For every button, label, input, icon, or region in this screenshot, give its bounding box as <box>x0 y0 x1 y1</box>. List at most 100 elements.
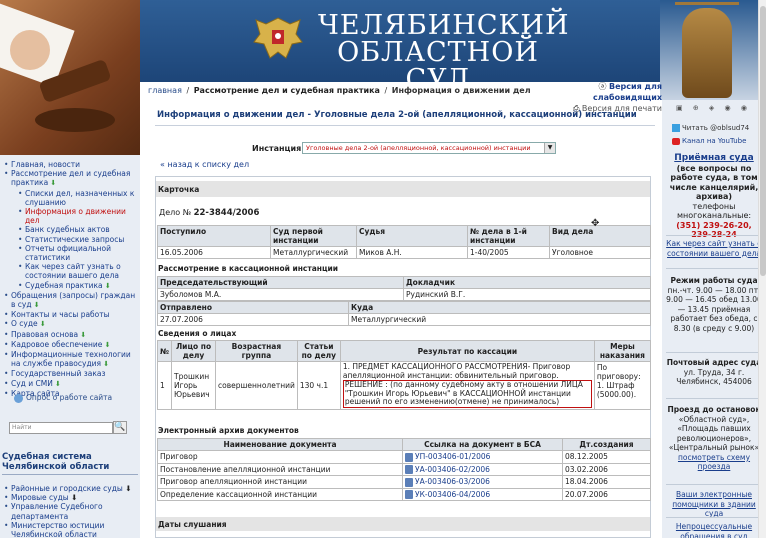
court-link-label[interactable]: Министерство юстиции Челябинской области <box>11 521 104 538</box>
sidebar-item[interactable]: Информационные технологии на службе прав… <box>3 350 138 369</box>
youtube-link[interactable]: Канал на YouTube <box>672 137 758 145</box>
sidebar-item[interactable]: Рассмотрение дел и судебная практика ⬇ <box>3 169 138 188</box>
breadcrumb-home[interactable]: главная <box>148 86 182 95</box>
sidebar-item-label[interactable]: Обращения (запросы) граждан в суд <box>11 291 135 309</box>
e-assistants-link[interactable]: Ваши электронные помощники в здании суда <box>666 490 762 519</box>
poll-link[interactable]: Опрос о работе сайта <box>14 393 112 403</box>
sidebar-item-label[interactable]: Суд и СМИ <box>11 379 53 388</box>
site-title-line1: ЧЕЛЯБИНСКИЙ <box>318 10 570 41</box>
court-link-label[interactable]: Районные и городские суды <box>11 484 123 493</box>
breadcrumb-cases[interactable]: Рассмотрение дел и судебная практика <box>194 86 380 95</box>
search-button[interactable]: 🔍 <box>113 421 127 434</box>
sidebar-item-label[interactable]: Главная, новости <box>11 160 80 169</box>
col-header: № дела в 1-й инстанции <box>467 225 550 247</box>
sidebar-item-label[interactable]: Банк судебных актов <box>25 225 110 234</box>
sidebar-item-label[interactable]: Отчеты официальной статистики <box>25 244 111 262</box>
sidebar-item-label[interactable]: Контакты и часы работы <box>11 310 110 319</box>
sidebar-item-label[interactable]: Информация о движении дел <box>25 207 126 225</box>
sidebar-item-label[interactable]: Правовая основа <box>11 330 78 339</box>
doc-link[interactable]: УП-003406-01/2006 <box>415 452 490 461</box>
sidebar-item[interactable]: Статистические запросы <box>3 235 138 244</box>
doc-link[interactable]: УК-003406-04/2006 <box>415 490 490 499</box>
court-link-item[interactable]: Мировые суды ⬇ <box>3 493 138 502</box>
howto-link[interactable]: Как через сайт узнать о состоянии вашего… <box>666 239 762 258</box>
sidebar-item-label[interactable]: Рассмотрение дел и судебная практика <box>11 169 130 187</box>
breadcrumb-current: Информация о движении дел <box>391 86 531 95</box>
sidebar-item[interactable]: Кадровое обеспечение ⬇ <box>3 340 138 350</box>
sidebar-item-label[interactable]: Государственный заказ <box>11 369 105 378</box>
sidebar-item-label[interactable]: Как через сайт узнать о состоянии вашего… <box>25 262 121 280</box>
twitter-link[interactable]: Читать @oblsud74 <box>672 124 758 134</box>
sidebar-item-label[interactable]: Кадровое обеспечение <box>11 340 102 349</box>
sidebar-item[interactable]: Контакты и часы работы <box>3 310 138 319</box>
doc-link-cell[interactable]: УА-003406-02/2006 <box>402 462 563 476</box>
hours-title: Режим работы суда <box>670 276 758 285</box>
court-link-label[interactable]: Мировые суды <box>11 493 69 502</box>
stop-title: Проезд до остановок <box>667 405 761 414</box>
breadcrumb-sep: / <box>384 86 388 95</box>
youtube-icon <box>672 137 680 145</box>
scrollbar-thumb[interactable] <box>760 6 766 276</box>
sidebar-item[interactable]: О суде ⬇ <box>3 319 138 329</box>
court-link-item[interactable]: Управление Судебного департамента <box>3 502 138 520</box>
sidebar-item[interactable]: Отчеты официальной статистики <box>3 244 138 262</box>
sidebar-item[interactable]: Судебная практика ⬇ <box>3 281 138 291</box>
court-link-item[interactable]: Министерство юстиции Челябинской области <box>3 521 138 538</box>
doc-link-cell[interactable]: УП-003406-01/2006 <box>402 450 563 464</box>
sidebar-item[interactable]: Правовая основа ⬇ <box>3 330 138 340</box>
table-cell: Металлургический <box>270 246 357 259</box>
doc-link-cell[interactable]: УА-003406-03/2006 <box>402 475 563 489</box>
doc-link-cell[interactable]: УК-003406-04/2006 <box>402 487 563 501</box>
col-header: Вид дела <box>549 225 651 247</box>
doc-link[interactable]: УА-003406-02/2006 <box>415 465 490 474</box>
table-row: Определение кассационной инстанции УК-003… <box>157 487 651 501</box>
table-cell: Рудинский В.Г. <box>403 288 651 301</box>
sidebar-item[interactable]: Информация о движении дел <box>3 207 138 225</box>
search-input[interactable]: Найти <box>9 422 113 434</box>
sidebar-item[interactable]: Списки дел, назначенных к слушанию <box>3 189 138 207</box>
sidebar-item[interactable]: Главная, новости <box>3 160 138 169</box>
reception-title[interactable]: Приёмная суда <box>666 153 762 164</box>
sidebar-item[interactable]: Суд и СМИ ⬇ <box>3 379 138 389</box>
col-header: Поступило <box>157 225 271 247</box>
court-link-label[interactable]: Управление Судебного департамента <box>11 502 103 520</box>
table-cell: Миков А.Н. <box>356 246 468 259</box>
col-header: Отправлено <box>157 301 349 314</box>
scrollbar[interactable] <box>758 0 766 538</box>
accessibility-icons[interactable]: ▣ ⊕ ◈ ◉ ◉ <box>676 104 751 112</box>
arrow-down-icon: ⬇ <box>48 179 57 188</box>
result-cell: 1. ПРЕДМЕТ КАССАЦИОННОГО РАССМОТРЕНИЯ- П… <box>339 361 595 410</box>
back-to-list-link[interactable]: « назад к списку дел <box>160 160 249 169</box>
sidebar-item-label[interactable]: Списки дел, назначенных к слушанию <box>25 189 134 207</box>
instance-label: Инстанция: <box>252 144 305 153</box>
sidebar-item-label[interactable]: Статистические запросы <box>25 235 124 244</box>
col-header: Докладчик <box>403 276 651 289</box>
post-text: ул. Труда, 34 г. Челябинск, 454006 <box>676 367 752 387</box>
doc-link[interactable]: УА-003406-03/2006 <box>415 477 490 486</box>
persons-title: Сведения о лицах <box>158 329 237 338</box>
instance-select[interactable]: Уголовные дела 2-ой (апелляционной, касс… <box>302 142 556 154</box>
sidebar-item[interactable]: Обращения (запросы) граждан в суд ⬇ <box>3 291 138 310</box>
col-header: Возрастная группа <box>215 340 298 362</box>
nonprocedural-link[interactable]: Непроцессуальные обращения в суд <box>666 522 762 538</box>
sidebar-item[interactable]: Государственный заказ <box>3 369 138 378</box>
sidebar-item-label[interactable]: О суде <box>11 319 38 328</box>
court-link-item[interactable]: Районные и городские суды ⬇ <box>3 484 138 493</box>
sidebar-item-label[interactable]: Судебная практика <box>25 281 103 290</box>
route-map-link[interactable]: посмотреть схему проезда <box>678 453 750 472</box>
sidebar-item-label[interactable]: Информационные технологии на службе прав… <box>11 350 131 368</box>
col-header: Судья <box>356 225 468 247</box>
sidebar-item[interactable]: Банк судебных актов <box>3 225 138 234</box>
chevron-down-icon[interactable]: ▼ <box>544 143 555 153</box>
youtube-label: Канал на YouTube <box>682 137 747 145</box>
col-header: Ссылка на документ в БСА <box>402 438 563 451</box>
post-title: Почтовый адрес суда <box>666 358 762 367</box>
page-title: Информация о движении дел - Уголовные де… <box>157 110 637 120</box>
col-header: Куда <box>348 301 651 314</box>
doc-date: 20.07.2006 <box>562 487 651 501</box>
site-title: ЧЕЛЯБИНСКИЙ ОБЛАСТНОЙ СУД <box>318 10 570 93</box>
divider <box>666 484 762 485</box>
persons-table: № Лицо по делу Возрастная группа Статьи … <box>156 340 652 410</box>
sidebar-item[interactable]: Как через сайт узнать о состоянии вашего… <box>3 262 138 280</box>
col-header: Наименование документа <box>157 438 403 451</box>
